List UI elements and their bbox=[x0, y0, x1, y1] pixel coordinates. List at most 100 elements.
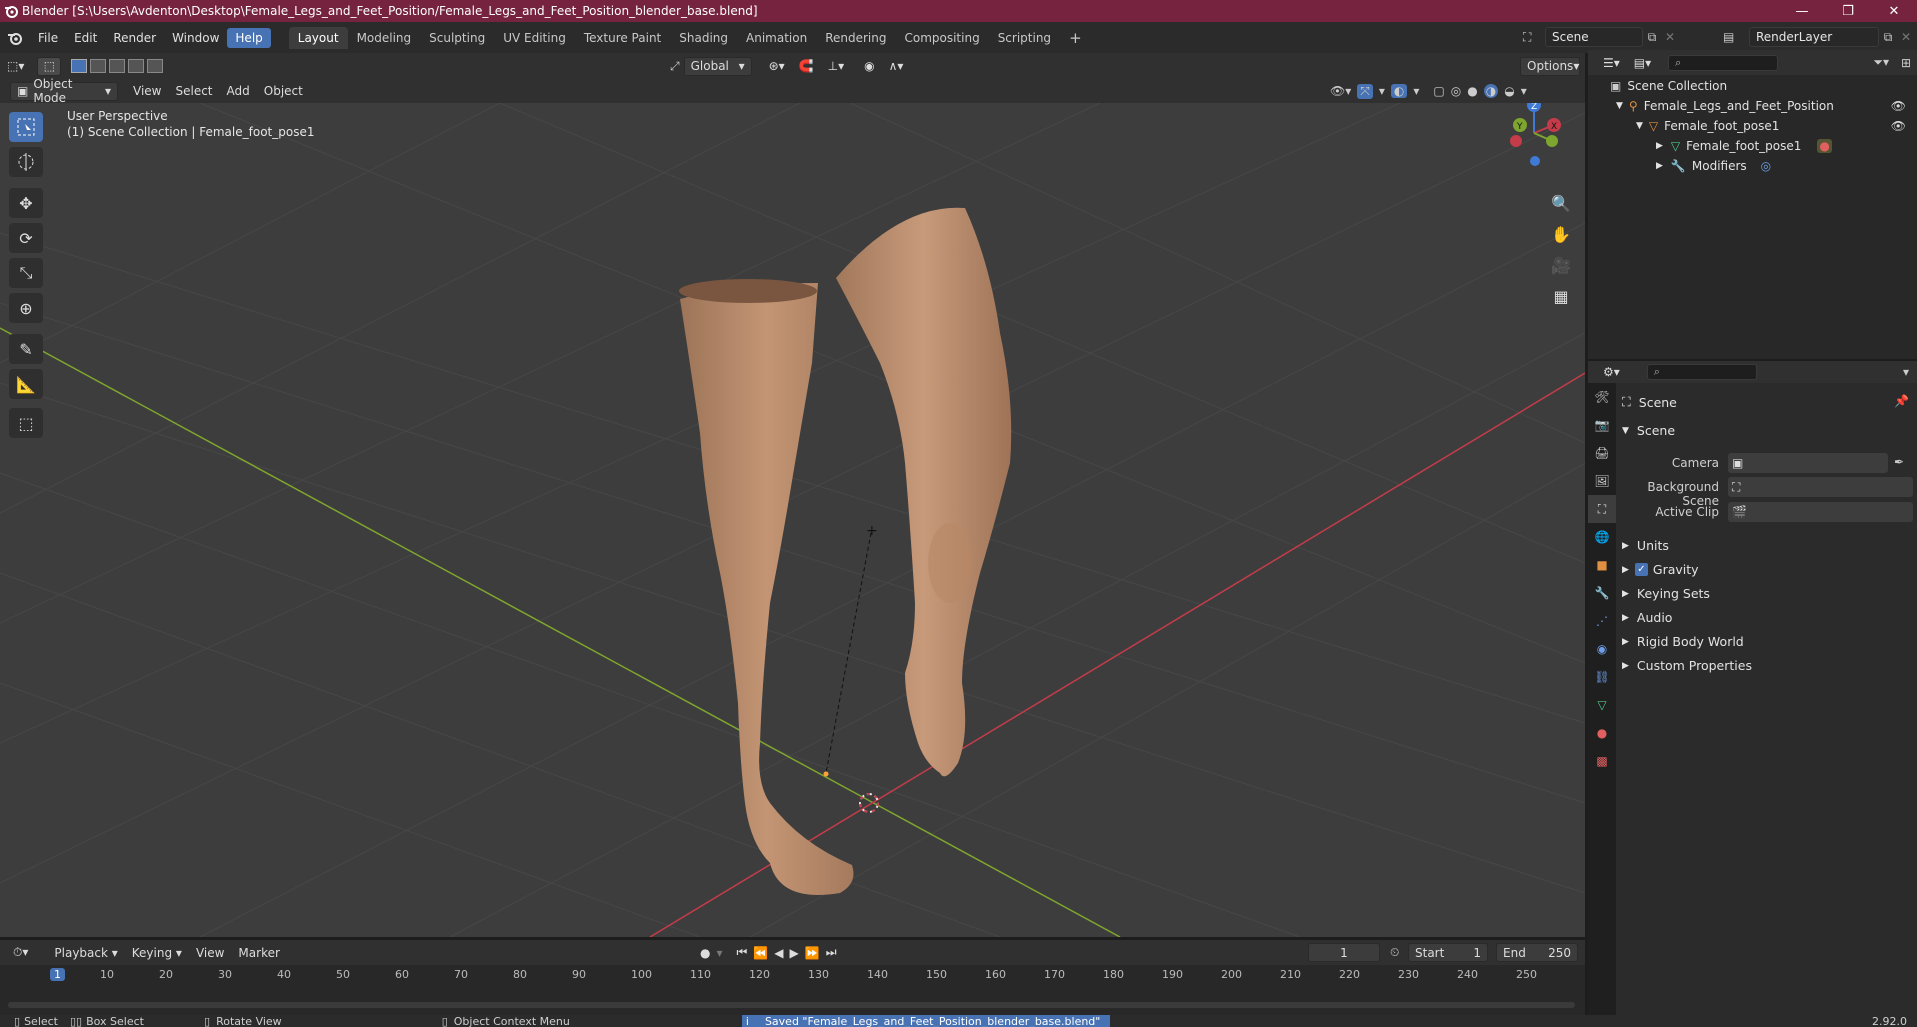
pin-icon[interactable]: 📌 bbox=[1894, 394, 1909, 408]
outliner-row-collection[interactable]: ▼ ⚲ Female_Legs_and_Feet_Position 👁 bbox=[1616, 96, 1916, 116]
properties-options-icon[interactable]: ▾ bbox=[1903, 365, 1909, 379]
tab-compositing[interactable]: Compositing bbox=[895, 27, 988, 49]
pivot-point-icon[interactable]: ⊛▾ bbox=[762, 57, 792, 75]
start-frame-field[interactable]: Start 1 bbox=[1408, 943, 1488, 962]
object-tab-icon[interactable]: ■ bbox=[1588, 551, 1616, 579]
panel-custom-properties-header[interactable]: ▶ Custom Properties bbox=[1622, 658, 1752, 673]
tab-layout[interactable]: Layout bbox=[288, 26, 348, 49]
outliner-editor-type-icon[interactable]: ☰▾ bbox=[1596, 54, 1627, 72]
menu-add[interactable]: Add bbox=[220, 82, 257, 100]
gizmo-neg-y-handle[interactable] bbox=[1546, 135, 1558, 147]
solid-shading-icon[interactable]: ● bbox=[1467, 84, 1477, 98]
end-frame-field[interactable]: End 250 bbox=[1496, 943, 1578, 962]
visibility-eye-icon[interactable]: 👁 bbox=[1891, 99, 1906, 113]
menu-render[interactable]: Render bbox=[105, 28, 164, 48]
playhead-frame-label[interactable]: 1 bbox=[50, 968, 65, 981]
tab-animation[interactable]: Animation bbox=[737, 27, 816, 49]
timeline-ruler[interactable]: 1 10 20 30 40 50 60 70 80 90 100 110 120 130 140 150 160… bbox=[0, 965, 1585, 985]
renderlayer-selector-icon[interactable]: ▤ bbox=[1723, 30, 1749, 44]
panel-keying-sets-header[interactable]: ▶ Keying Sets bbox=[1622, 586, 1710, 601]
navigation-gizmo[interactable]: Z X Y bbox=[1500, 103, 1580, 173]
scene-tab-icon[interactable]: ⛶ bbox=[1588, 495, 1616, 523]
timeline-area[interactable]: 1 10 20 30 40 50 60 70 80 90 100 110 120 130 140 150 160… bbox=[0, 965, 1585, 1015]
blender-menu-icon[interactable] bbox=[0, 30, 30, 46]
scene-selector-icon[interactable]: ⛶ bbox=[1523, 30, 1545, 45]
shading-dropdown-icon[interactable]: ▾ bbox=[1521, 84, 1527, 98]
menu-window[interactable]: Window bbox=[164, 28, 227, 48]
object-origin[interactable] bbox=[823, 771, 829, 777]
timeline-menu-marker[interactable]: Marker bbox=[231, 944, 286, 962]
scene-name-field[interactable]: Scene bbox=[1545, 27, 1643, 47]
move-tool-icon[interactable]: ✥ bbox=[9, 188, 43, 218]
scale-tool-icon[interactable]: ⤡ bbox=[9, 258, 43, 288]
add-workspace-button[interactable]: + bbox=[1060, 25, 1091, 51]
texture-tab-icon[interactable]: ▩ bbox=[1588, 747, 1616, 775]
gizmo-toggle-icon[interactable]: ⤧ bbox=[1357, 83, 1373, 99]
menu-edit[interactable]: Edit bbox=[66, 28, 105, 48]
world-tab-icon[interactable]: 🌐 bbox=[1588, 523, 1616, 551]
wireframe-shading-icon[interactable]: ◎ bbox=[1451, 84, 1461, 98]
pan-view-icon[interactable]: ✋ bbox=[1550, 225, 1572, 247]
outliner-search-input[interactable]: ⌕ bbox=[1668, 54, 1779, 71]
properties-editor-type-icon[interactable]: ⚙▾ bbox=[1596, 363, 1627, 381]
timeline-scrollbar[interactable] bbox=[8, 1002, 1575, 1008]
panel-scene-header[interactable]: ▼ Scene bbox=[1622, 423, 1675, 438]
minimize-button[interactable]: — bbox=[1780, 0, 1824, 22]
outliner-row-scene-collection[interactable]: ▣ Scene Collection bbox=[1610, 76, 1727, 96]
gravity-checkbox[interactable]: ✓ bbox=[1634, 563, 1648, 576]
gizmo-neg-x-handle[interactable] bbox=[1510, 135, 1522, 147]
timeline-menu-playback[interactable]: Playback ▾ bbox=[47, 944, 124, 962]
view-layer-tab-icon[interactable]: 🖼 bbox=[1588, 467, 1616, 495]
new-collection-icon[interactable]: ⊞ bbox=[1901, 56, 1911, 70]
filter-icon[interactable]: ⏷▾ bbox=[1873, 55, 1889, 70]
maximize-button[interactable]: ❐ bbox=[1826, 0, 1870, 22]
panel-units-header[interactable]: ▶ Units bbox=[1622, 538, 1669, 553]
particles-tab-icon[interactable]: ⋰ bbox=[1588, 607, 1616, 635]
visibility-eye-icon[interactable]: 👁 bbox=[1891, 119, 1906, 133]
output-tab-icon[interactable]: 🖨 bbox=[1588, 439, 1616, 467]
menu-object[interactable]: Object bbox=[257, 82, 310, 100]
mode-dropdown[interactable]: ▣ Object Mode ▾ bbox=[10, 77, 118, 105]
panel-gravity-header[interactable]: ▶ ✓ Gravity bbox=[1622, 562, 1699, 577]
physics-tab-icon[interactable]: ◉ bbox=[1588, 635, 1616, 663]
right-leg-mesh[interactable] bbox=[836, 207, 1012, 777]
timeline-editor-type-icon[interactable]: ⏱▾ bbox=[6, 943, 35, 962]
selection-mode-icons[interactable] bbox=[71, 59, 164, 73]
outliner-row-object[interactable]: ▼ ▽ Female_foot_pose1 👁 bbox=[1636, 116, 1916, 136]
scene-remove-icon[interactable]: ✕ bbox=[1661, 30, 1679, 44]
play-reverse-icon[interactable]: ◀ bbox=[774, 946, 783, 960]
3d-viewport[interactable]: + User Perspective (1) Scene Collection … bbox=[0, 103, 1585, 937]
material-icon[interactable]: ● bbox=[1817, 139, 1832, 153]
outliner-row-mesh[interactable]: ▶ ▽ Female_foot_pose1 ● bbox=[1656, 136, 1832, 156]
add-cube-tool-icon[interactable]: ⬚ bbox=[9, 408, 43, 438]
rotate-tool-icon[interactable]: ⟳ bbox=[9, 223, 43, 253]
current-frame-field[interactable]: 1 bbox=[1308, 943, 1380, 962]
renderlayer-name-field[interactable]: RenderLayer bbox=[1749, 27, 1879, 47]
material-shading-icon[interactable]: ◑ bbox=[1483, 84, 1499, 98]
zoom-view-icon[interactable]: 🔍 bbox=[1550, 194, 1572, 216]
tab-uv-editing[interactable]: UV Editing bbox=[494, 27, 575, 49]
expand-arrow-icon[interactable]: ▼ bbox=[1616, 101, 1623, 111]
menu-select[interactable]: Select bbox=[168, 82, 219, 100]
transform-tool-icon[interactable]: ⊕ bbox=[9, 293, 43, 323]
close-window-button[interactable]: ✕ bbox=[1872, 0, 1916, 22]
panel-audio-header[interactable]: ▶ Audio bbox=[1622, 610, 1672, 625]
material-tab-icon[interactable]: ● bbox=[1588, 719, 1616, 747]
gizmo-neg-z-handle[interactable] bbox=[1530, 156, 1540, 166]
keying-dropdown-icon[interactable]: ▾ bbox=[716, 946, 722, 960]
gizmo-dropdown-icon[interactable]: ▾ bbox=[1379, 84, 1385, 98]
camera-view-icon[interactable]: 🎥 bbox=[1550, 256, 1572, 278]
auto-keying-icon[interactable]: ● bbox=[700, 946, 710, 960]
play-icon[interactable]: ▶ bbox=[790, 946, 799, 960]
timeline-menu-keying[interactable]: Keying ▾ bbox=[125, 944, 189, 962]
editor-type-icon[interactable]: ⬚▾ bbox=[0, 57, 31, 75]
tab-modeling[interactable]: Modeling bbox=[348, 27, 421, 49]
modifier-icon[interactable]: ◎ bbox=[1761, 159, 1771, 173]
proportional-edit-icon[interactable]: ◉ bbox=[857, 57, 881, 75]
scene-copy-icon[interactable]: ⧉ bbox=[1643, 30, 1661, 45]
measure-tool-icon[interactable]: 📐 bbox=[9, 369, 43, 399]
menu-view[interactable]: View bbox=[126, 82, 168, 100]
overlay-dropdown-icon[interactable]: ▾ bbox=[1413, 84, 1419, 98]
tab-sculpting[interactable]: Sculpting bbox=[420, 27, 494, 49]
outliner-row-modifiers[interactable]: ▶ 🔧 Modifiers ◎ bbox=[1656, 156, 1771, 176]
